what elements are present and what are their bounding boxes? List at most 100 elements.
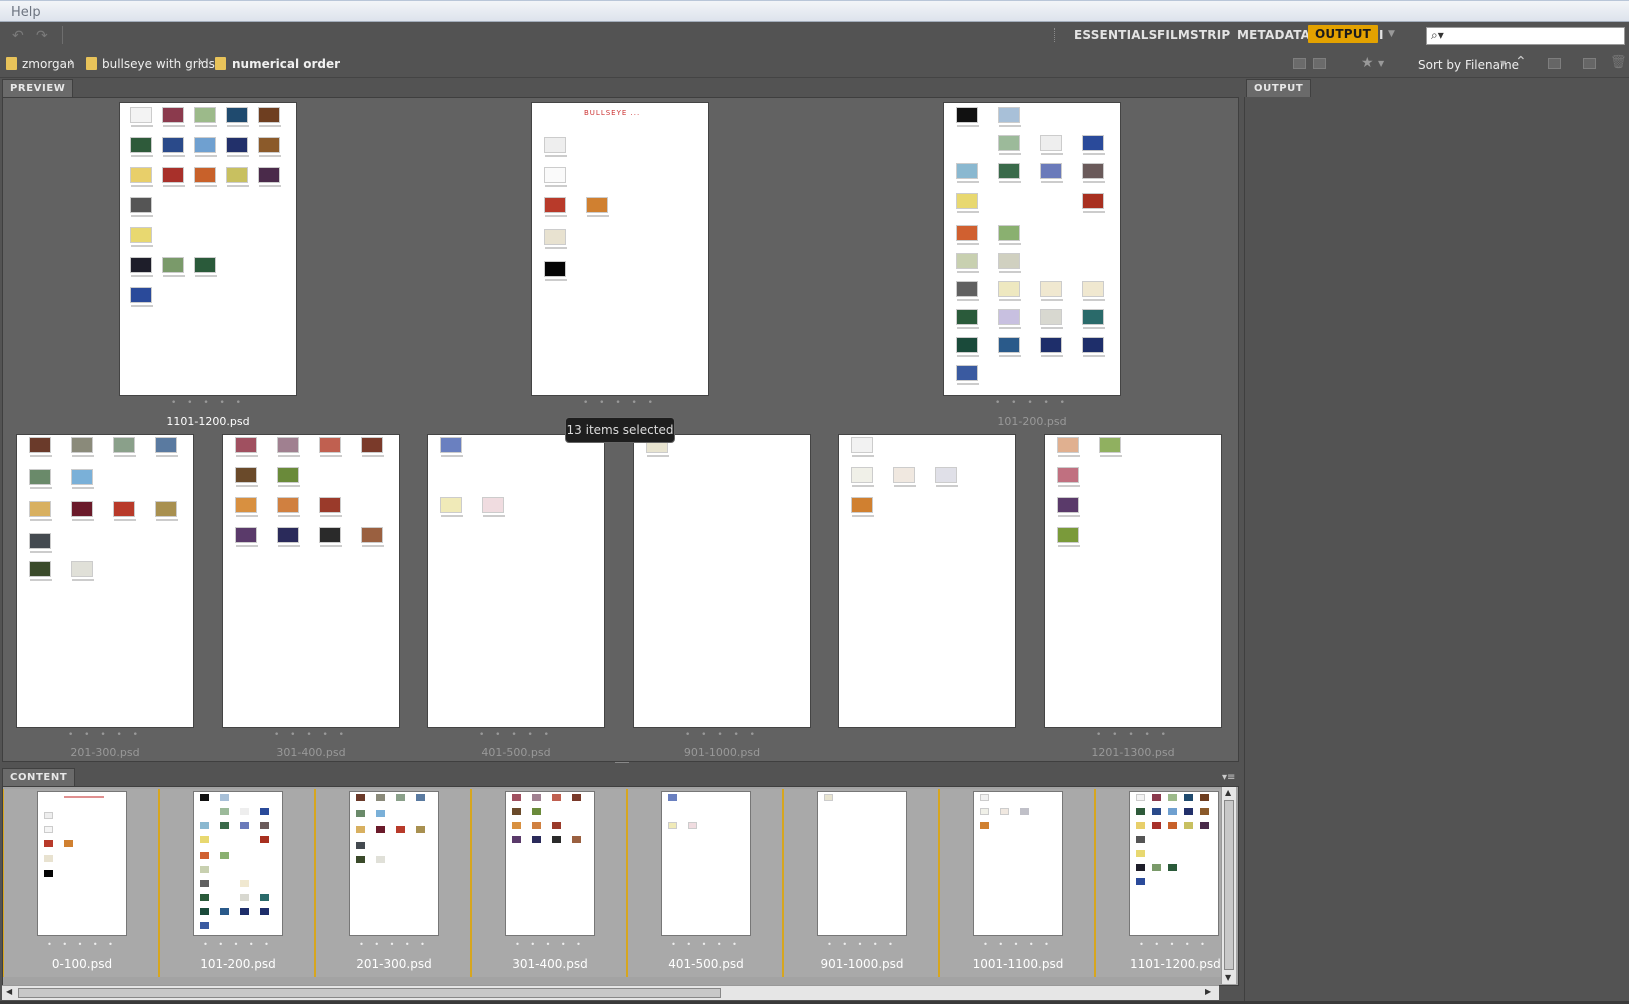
preview-page-901-1000[interactable] <box>633 434 811 728</box>
folder-icon <box>215 57 226 70</box>
chevron-right-icon[interactable]: › <box>198 55 203 70</box>
thumbnail <box>37 791 127 936</box>
scrollbar-thumb[interactable] <box>18 988 721 998</box>
workspace-filmstrip[interactable]: FILMSTRIP <box>1157 28 1230 42</box>
preview-caption: 201-300.psd <box>70 746 140 759</box>
workspace-metadata[interactable]: METADATA <box>1237 28 1310 42</box>
preview-caption: 901-1000.psd <box>683 746 761 759</box>
content-panel: • • • • • 0-100.psd • • • • • 101-200.ps… <box>2 786 1239 986</box>
new-folder-icon[interactable] <box>1583 58 1596 69</box>
rating-dots[interactable]: • • • • • <box>160 940 316 949</box>
folder-icon <box>6 57 17 70</box>
toolbar-grip[interactable] <box>1054 28 1056 42</box>
scroll-down-icon[interactable]: ▼ <box>1225 973 1231 982</box>
rating-dots[interactable]: • • • • • <box>1044 730 1222 740</box>
content-vertical-scrollbar[interactable]: ▲ ▼ <box>1221 787 1236 984</box>
toolbar: ↶ ↷ ESSENTIALS FILMSTRIP METADATA OUTPUT… <box>0 22 1629 50</box>
search-input[interactable]: ⌕▾ <box>1426 27 1625 45</box>
preview-page-1201-1300[interactable] <box>1044 434 1222 728</box>
rating-dots[interactable]: • • • • • <box>4 940 160 949</box>
preview-page-1001-1100[interactable] <box>838 434 1016 728</box>
content-horizontal-scrollbar[interactable]: ◀ ▶ <box>2 985 1219 1000</box>
content-item-1101-1200[interactable]: • • • • • 1101-1200.psd <box>1095 789 1223 977</box>
rating-dots[interactable]: • • • • • <box>940 940 1096 949</box>
rating-dots[interactable]: • • • • • <box>784 940 940 949</box>
tab-preview[interactable]: PREVIEW <box>2 79 74 97</box>
page-header: BULLSEYE ... <box>584 109 641 117</box>
workspace-more[interactable]: I <box>1379 28 1384 42</box>
splitter-grip[interactable] <box>615 762 629 763</box>
workspace-output[interactable]: OUTPUT <box>1308 25 1379 43</box>
content-item-label: 1001-1100.psd <box>972 957 1064 971</box>
thumbnail <box>661 791 751 936</box>
content-item-301-400[interactable]: • • • • • 301-400.psd <box>471 789 627 977</box>
rating-dots[interactable]: • • • • • <box>628 940 784 949</box>
rating-dots[interactable]: • • • • • <box>943 398 1121 408</box>
rating-dots[interactable]: • • • • • <box>119 398 297 408</box>
quality-icon[interactable] <box>1293 58 1306 69</box>
rating-dots[interactable]: • • • • • <box>16 730 194 740</box>
panel-menu-icon[interactable]: ▾≡ <box>1222 772 1235 783</box>
output-panel <box>1244 97 1627 1001</box>
trash-icon[interactable]: 🗑 <box>1610 55 1627 70</box>
chevron-down-icon[interactable]: ▼ <box>1378 59 1384 68</box>
preview-page-1101-1200[interactable] <box>119 102 297 396</box>
content-item-901-1000[interactable]: • • • • • 901-1000.psd <box>783 789 939 977</box>
chevron-down-icon[interactable]: ▼ <box>1500 59 1506 68</box>
rating-dots[interactable]: • • • • • <box>222 730 400 740</box>
thumbnail <box>349 791 439 936</box>
menu-help[interactable]: Help <box>11 5 41 20</box>
chevron-right-icon[interactable]: › <box>69 55 74 70</box>
content-item-label: 101-200.psd <box>200 957 276 971</box>
rating-dots[interactable]: • • • • • <box>316 940 472 949</box>
content-item-401-500[interactable]: • • • • • 401-500.psd <box>627 789 783 977</box>
undo-icon[interactable]: ↶ <box>12 28 24 44</box>
rating-dots[interactable]: • • • • • <box>1096 940 1222 949</box>
folder-icon <box>86 57 97 70</box>
menu-bar: Help <box>0 0 1629 22</box>
content-item-201-300[interactable]: • • • • • 201-300.psd <box>315 789 471 977</box>
tab-output[interactable]: OUTPUT <box>1246 79 1312 97</box>
scroll-right-icon[interactable]: ▶ <box>1205 987 1211 996</box>
preview-caption: 301-400.psd <box>276 746 346 759</box>
thumbnail <box>193 791 283 936</box>
preview-caption: 101-200.psd <box>997 415 1067 428</box>
preview-caption: 401-500.psd <box>481 746 551 759</box>
preview-page-0-100[interactable]: BULLSEYE ... <box>531 102 709 396</box>
rating-dots[interactable]: • • • • • <box>531 398 709 408</box>
thumbnail <box>505 791 595 936</box>
content-item-label: 301-400.psd <box>512 957 588 971</box>
rating-dots[interactable]: • • • • • <box>427 730 605 740</box>
star-icon[interactable]: ★ <box>1361 55 1374 71</box>
scrollbar-thumb[interactable] <box>1224 800 1234 970</box>
preview-page-201-300[interactable] <box>16 434 194 728</box>
rating-dots[interactable]: • • • • • <box>472 940 628 949</box>
selection-tooltip: 13 items selected <box>565 417 675 443</box>
breadcrumb-zmorgan[interactable]: zmorgan <box>22 57 75 71</box>
preview-caption: 1201-1300.psd <box>1091 746 1175 759</box>
workspace-essentials[interactable]: ESSENTIALS <box>1074 28 1157 42</box>
content-item-1001-1100[interactable]: • • • • • 1001-1100.psd <box>939 789 1095 977</box>
preview-page-401-500[interactable] <box>427 434 605 728</box>
toolbar-divider <box>62 26 63 44</box>
scroll-up-icon[interactable]: ▲ <box>1225 788 1231 797</box>
content-item-101-200[interactable]: • • • • • 101-200.psd <box>159 789 315 977</box>
redo-icon[interactable]: ↷ <box>36 28 48 44</box>
path-bar: zmorgan › bullseye with grids › numerica… <box>0 50 1629 78</box>
scroll-left-icon[interactable]: ◀ <box>6 987 12 996</box>
sort-ascending-icon[interactable]: ⌃ <box>1515 54 1527 70</box>
content-item-0-100[interactable]: • • • • • 0-100.psd <box>3 789 159 977</box>
preview-page-101-200[interactable] <box>943 102 1121 396</box>
tab-content[interactable]: CONTENT <box>2 768 76 786</box>
open-recent-icon[interactable] <box>1548 58 1561 69</box>
thumbnail <box>1129 791 1219 936</box>
breadcrumb-numerical-order[interactable]: numerical order <box>232 57 340 71</box>
thumbnail <box>817 791 907 936</box>
view-mode-icon[interactable] <box>1313 58 1326 69</box>
rating-dots[interactable]: • • • • • <box>633 730 811 740</box>
content-item-label: 0-100.psd <box>51 957 113 971</box>
preview-caption: 1101-1200.psd <box>166 415 250 428</box>
chevron-down-icon[interactable]: ▼ <box>1388 29 1395 39</box>
preview-page-301-400[interactable] <box>222 434 400 728</box>
search-icon[interactable]: ⌕▾ <box>1431 28 1444 43</box>
